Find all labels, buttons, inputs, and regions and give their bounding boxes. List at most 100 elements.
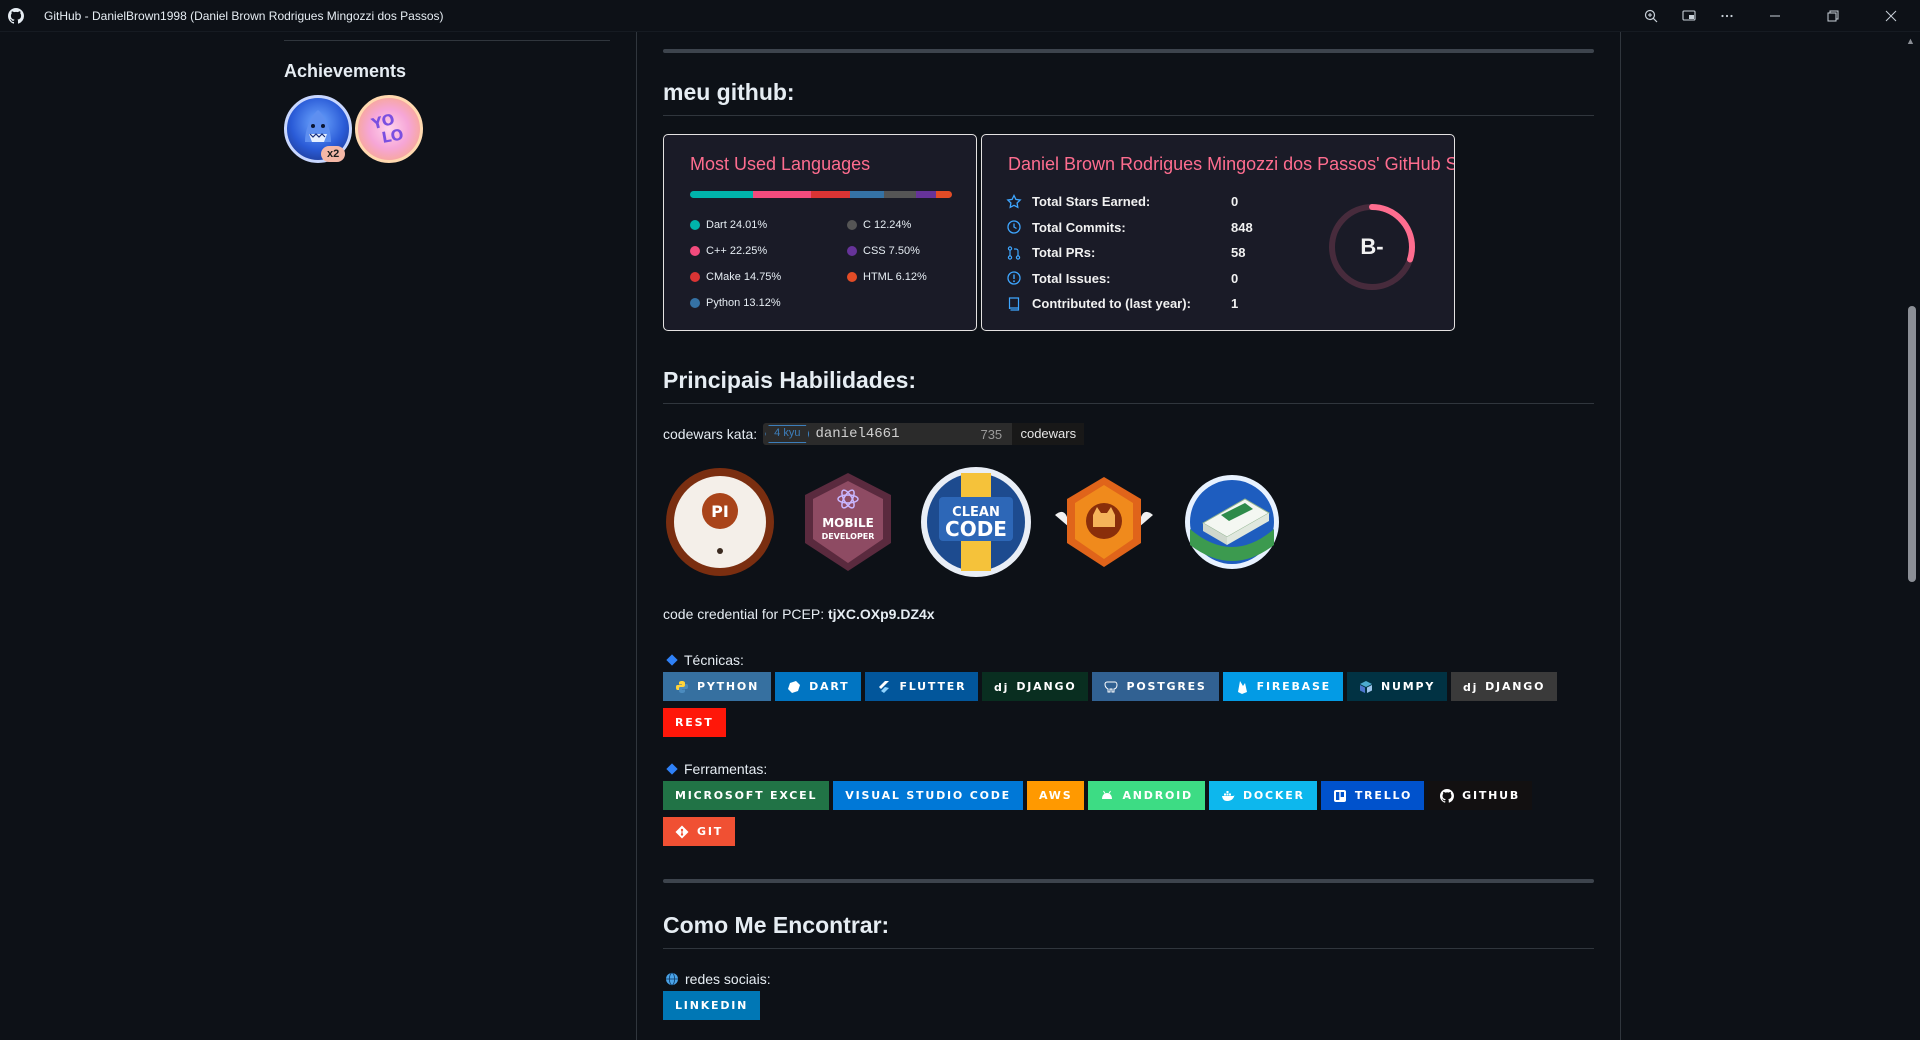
scrollbar-thumb[interactable] [1908,306,1916,582]
language-bar-segment [916,191,936,198]
achievement-count-badge: x2 [321,146,346,162]
tag-label: MICROSOFT EXCEL [675,789,818,802]
firebase-icon [1235,680,1249,694]
achievement-yolo-badge[interactable]: YO LO [355,95,423,163]
readme-content: meu github: Most Used Languages Dart 24.… [663,32,1594,1027]
tag-label: FLUTTER [899,680,967,693]
codewars-badge[interactable]: 4 kyu daniel4661 735 codewars [763,423,1085,445]
codewars-brand: codewars [1012,423,1085,445]
language-dot-icon [690,245,700,256]
stat-row-stars: Total Stars Earned: 0 [1006,189,1291,215]
tag-aws[interactable]: AWS [1026,781,1085,810]
stat-label: Total Commits: [1032,219,1126,235]
tag-numpy[interactable]: NUMPY [1347,672,1448,701]
stat-label: Total Issues: [1032,270,1111,286]
tag-postgres[interactable]: POSTGRES [1092,672,1219,701]
credential-code: tjXC.OXp9.DZ4x [827,606,935,622]
tag-microsoft-excel[interactable]: MICROSOFT EXCEL [663,781,830,810]
tag-git[interactable]: GIT [663,817,736,846]
languages-card[interactable]: Most Used Languages Dart 24.01% C 12.24% C… [663,134,977,331]
git-icon [675,825,689,839]
stat-row-commits: Total Commits: 848 [1006,215,1291,241]
language-item [847,295,960,310]
close-icon[interactable] [1862,0,1920,32]
social-row: redes sociais: [663,971,1594,987]
minimize-icon[interactable] [1746,0,1804,32]
window-title: GitHub - DanielBrown1998 (Daniel Brown R… [44,8,444,23]
mobile-developer-badge[interactable]: MOBILE DEVELOPER [791,465,905,579]
codewars-kyu: 4 kyu [765,425,810,443]
cast-icon[interactable] [1670,0,1708,32]
tag-visual-studio-code[interactable]: VISUAL STUDIO CODE [833,781,1023,810]
svg-text:DEVELOPER: DEVELOPER [822,532,875,541]
more-icon[interactable] [1708,0,1746,32]
stat-label: Total Stars Earned: [1032,194,1151,210]
language-bar-segment [690,191,753,198]
diamond-icon [666,763,678,775]
language-bar-segment [811,191,850,198]
languages-card-title: Most Used Languages [690,154,871,174]
clean-code-badge[interactable]: CLEAN CODE [919,465,1033,579]
language-dot-icon [690,297,700,308]
tag-github[interactable]: GITHUB [1428,781,1533,810]
tag-android[interactable]: ANDROID [1088,781,1205,810]
tag-django[interactable]: dj DJANGO [982,672,1089,701]
stats-card-title: Daniel Brown Rodrigues Mingozzi dos Pass… [1008,154,1455,174]
tag-label: GIT [697,825,724,838]
github-section-title: meu github: [663,79,795,105]
stat-row-issues: Total Issues: 0 [1006,266,1291,292]
stat-value: 0 [1231,194,1239,210]
rank-circle: B- [1327,202,1417,292]
repo-icon [1008,297,1020,311]
language-label: Dart 24.01% [706,218,768,231]
tag-trello[interactable]: TRELLO [1320,781,1425,810]
techniques-heading: Técnicas: [663,652,1594,668]
language-label: Python 13.12% [706,296,781,309]
cloud-icon [1185,475,1279,569]
tag-linkedin[interactable]: LINKEDIN [663,991,761,1020]
github-stats-card[interactable]: Daniel Brown Rodrigues Mingozzi dos Pass… [981,134,1455,331]
restore-icon[interactable] [1804,0,1862,32]
section-underline [663,115,1594,116]
tag-dart[interactable]: DART [775,672,862,701]
social-tags: LINKEDIN [663,991,1594,1027]
tag-django[interactable]: dj DJANGO [1451,672,1558,701]
github-badge[interactable] [1047,465,1161,579]
pull-request-icon [1007,246,1021,260]
scroll-up-icon[interactable]: ▲ [1906,36,1915,46]
tag-label: DJANGO [1485,680,1546,693]
diamond-icon [666,654,678,666]
tag-firebase[interactable]: FIREBASE [1222,672,1343,701]
svg-text:PI: PI [711,502,729,521]
tag-docker[interactable]: DOCKER [1208,781,1317,810]
tag-label: FIREBASE [1256,680,1331,693]
achievement-shark-badge[interactable]: x2 [284,95,352,163]
android-icon [1100,789,1114,803]
language-label: CMake 14.75% [706,270,782,283]
tag-label: REST [675,716,714,729]
svg-text:LO: LO [380,125,405,147]
language-item: Dart 24.01% [690,217,847,232]
tag-python[interactable]: PYTHON [663,672,772,701]
clean-code-icon: CLEAN CODE [921,467,1031,577]
techniques-title: Técnicas: [684,652,744,668]
globe-icon [666,972,678,986]
svg-text:dj: dj [1463,681,1477,694]
rank-grade: B- [1360,234,1384,259]
pcep-certificate-badge[interactable]: PI [663,465,777,579]
github-achievement-icon [1055,477,1153,567]
languages-list: Dart 24.01% C 12.24% C++ 22.25% CSS 7.50% CM… [690,217,960,310]
zoom-icon[interactable] [1632,0,1670,32]
tag-label: GITHUB [1462,789,1521,802]
language-item: HTML 6.12% [847,269,960,284]
cloud-badge[interactable] [1175,465,1289,579]
stat-value: 0 [1231,270,1239,286]
language-label: HTML 6.12% [863,270,927,283]
issue-icon [1007,271,1021,285]
achievements-list: x2 YO LO [284,95,610,163]
tag-flutter[interactable]: FLUTTER [865,672,979,701]
achievements-title: Achievements [284,61,407,81]
tag-label: DOCKER [1242,789,1305,802]
tag-rest[interactable]: REST [663,708,726,737]
stat-row-prs: Total PRs: 58 [1006,240,1291,266]
